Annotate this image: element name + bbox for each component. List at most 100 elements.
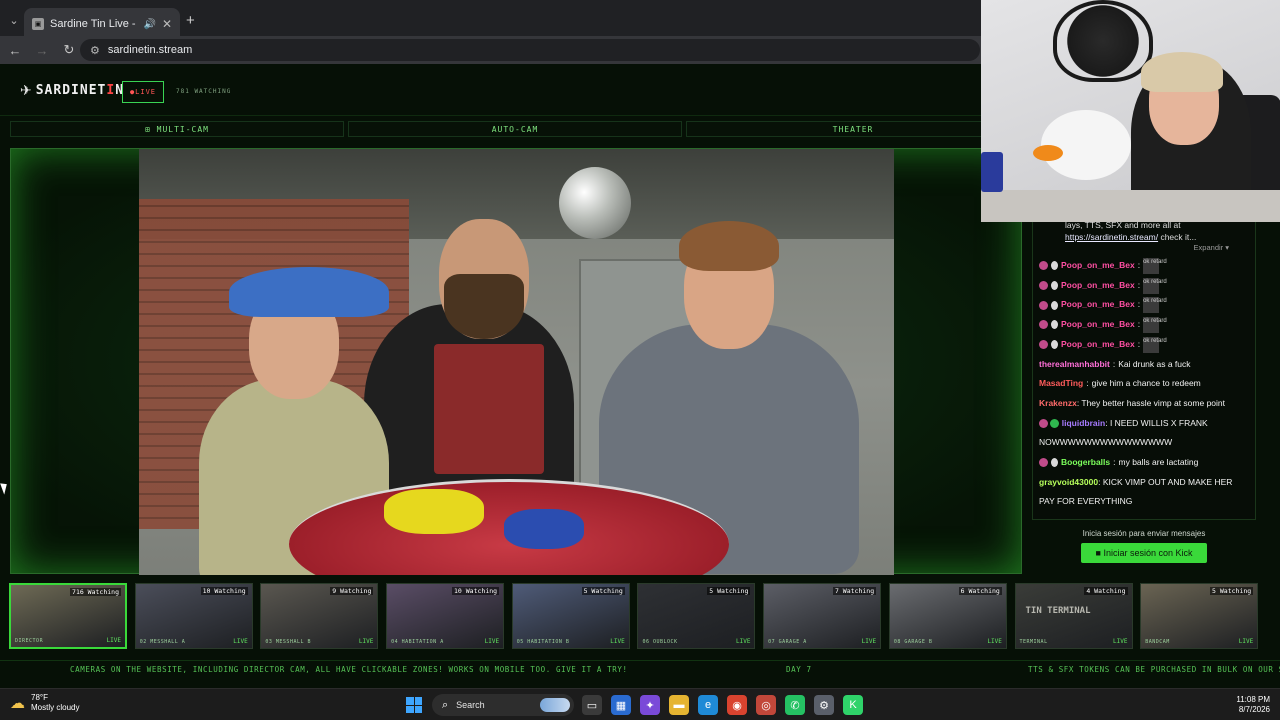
whatsapp-icon[interactable]: ✆	[785, 695, 805, 715]
chrome-profile-icon[interactable]: ◎	[756, 695, 776, 715]
thumbnail-live-label: LIVE	[358, 638, 374, 645]
news-ticker: CAMERAS ON THE WEBSITE, INCLUDING DIRECT…	[0, 660, 1280, 678]
chat-emote: ok retard	[1143, 297, 1167, 314]
tab-theater[interactable]: THEATER	[686, 121, 1020, 137]
chat-text: give him a chance to redeem	[1091, 378, 1201, 389]
drink-can	[981, 152, 1003, 192]
chrome-icon[interactable]: ◉	[727, 695, 747, 715]
chat-message: Boogerballs: my balls are lactating	[1039, 453, 1249, 473]
reload-icon[interactable]: ↻	[57, 42, 81, 58]
new-tab-plus-icon[interactable]: +	[186, 12, 195, 29]
address-bar[interactable]: ⚙ sardinetin.stream	[80, 39, 980, 61]
subscriber-badge-icon	[1039, 418, 1048, 428]
thumbnail-live-label: LIVE	[735, 638, 751, 645]
taskbar-search[interactable]: ⌕ Search	[432, 694, 574, 716]
camera-thumbnail[interactable]: 5 Watching 05 HABITATION B LIVE	[511, 583, 630, 649]
chat-username[interactable]: Poop_on_me_Bex	[1061, 295, 1135, 315]
thumbnail-camera-name: 05 HABITATION B	[516, 639, 570, 645]
login-hint: Inicia sesión para enviar mensajes	[1082, 529, 1206, 538]
site-logo[interactable]: ✈ SARDINETIN	[20, 82, 124, 99]
chat-username[interactable]: therealmanhabbit	[1039, 355, 1110, 375]
tab-multi-cam[interactable]: ⊞ MULTI-CAM	[10, 121, 344, 137]
chat-emote: ok retard	[1143, 336, 1167, 353]
close-tab-icon[interactable]: ✕	[162, 17, 172, 31]
chat-footer: Inicia sesión para enviar mensajes ■ Ini…	[1032, 524, 1256, 574]
camera-thumbnail[interactable]: 716 Watching DIRECTOR LIVE	[9, 583, 127, 649]
edge-icon[interactable]: e	[698, 695, 718, 715]
copilot-icon[interactable]: ✦	[640, 695, 660, 715]
ticker-day: DAY 7	[786, 665, 812, 674]
url-text: sardinetin.stream	[107, 44, 193, 56]
tab-list-chevron-icon[interactable]: ⌄	[4, 10, 24, 30]
chat-username[interactable]: Poop_on_me_Bex	[1061, 315, 1135, 335]
camera-thumbnail[interactable]: 10 Watching 04 HABITATION A LIVE	[386, 583, 505, 649]
thumbnail-live-label: LIVE	[987, 638, 1002, 645]
thumbnail-camera-name: DIRECTOR	[15, 638, 44, 644]
camera-thumbnail[interactable]: 5 Watching 06 OUBLOCK LIVE	[637, 583, 756, 649]
windows-start-icon[interactable]	[406, 697, 422, 713]
file-explorer-icon[interactable]: ▬	[669, 695, 689, 715]
ticker-message-right: TTS & SFX TOKENS CAN BE PURCHASED IN BUL…	[1028, 665, 1280, 674]
thumbnail-camera-name: 06 OUBLOCK	[642, 639, 678, 645]
thumbnail-viewer-count: 10 Watching	[200, 587, 248, 595]
chat-username[interactable]: Boogerballs	[1061, 453, 1110, 473]
thumbnail-viewer-count: 4 Watching	[1084, 587, 1128, 595]
camera-thumbnail[interactable]: 7 Watching 07 GARAGE A LIVE	[763, 583, 882, 649]
camera-thumbnail[interactable]: 10 Watching 02 MESSHALL A LIVE	[134, 583, 253, 649]
search-icon: ⌕	[442, 698, 449, 711]
chat-message: Poop_on_me_Bex: ok retard	[1039, 295, 1249, 315]
thumbnail-camera-name: 08 GARAGE B	[893, 639, 933, 645]
chat-username[interactable]: grayvoid43000	[1039, 477, 1098, 487]
chat-panel[interactable]: lays, TTS, SFX and more all at https://s…	[1032, 214, 1256, 520]
chat-username[interactable]: Poop_on_me_Bex	[1061, 335, 1135, 355]
main-video[interactable]	[139, 149, 894, 575]
weather-widget[interactable]: ☁ 78°F Mostly cloudy	[10, 693, 79, 713]
expand-pinned-button[interactable]: Expandir ▾	[1039, 243, 1229, 252]
site-info-icon[interactable]: ⚙	[90, 44, 100, 57]
site-favicon-icon: ▣	[32, 18, 44, 30]
chat-message: Poop_on_me_Bex: ok retard	[1039, 315, 1249, 335]
thumbnail-viewer-count: 6 Watching	[958, 587, 1002, 595]
chat-message-list: Poop_on_me_Bex: ok retard Poop_on_me_Bex…	[1039, 256, 1249, 512]
chat-emote: ok retard	[1143, 277, 1167, 294]
forward-arrow-icon[interactable]: →	[30, 43, 54, 58]
chat-username[interactable]: MasadTing	[1039, 374, 1083, 394]
weather-desc: Mostly cloudy	[31, 703, 80, 712]
settings-gear-icon[interactable]: ⚙	[814, 695, 834, 715]
video-player-area	[10, 148, 1022, 575]
subscriber-badge-icon	[1039, 261, 1048, 271]
back-arrow-icon[interactable]: ←	[3, 43, 27, 58]
chat-emote: ok retard	[1143, 257, 1167, 274]
thumbnail-viewer-count: 716 Watching	[70, 588, 121, 596]
cloudy-weather-icon: ☁	[10, 695, 25, 712]
speaker-icon[interactable]: 🔊	[143, 19, 155, 30]
chat-username[interactable]: Poop_on_me_Bex	[1061, 276, 1135, 296]
kick-login-button[interactable]: ■ Iniciar sesión con Kick	[1081, 543, 1207, 563]
camera-thumbnail[interactable]: 9 Watching 03 MESSHALL B LIVE	[260, 583, 379, 649]
task-view-icon[interactable]: ▭	[582, 695, 602, 715]
camera-thumbnail[interactable]: 5 Watching BANDCAM LIVE	[1140, 583, 1259, 649]
tab-title: Sardine Tin Live - All Rooms	[50, 18, 137, 30]
pirate-hat	[229, 267, 389, 317]
chat-username[interactable]: Krakenzx	[1039, 398, 1077, 408]
chat-username[interactable]: Poop_on_me_Bex	[1061, 256, 1135, 276]
tab-auto-cam[interactable]: AUTO-CAM	[348, 121, 682, 137]
chat-username[interactable]: liquidbrain	[1062, 418, 1105, 428]
thumbnail-camera-name: 02 MESSHALL A	[139, 639, 186, 645]
kick-app-icon[interactable]: K	[843, 695, 863, 715]
thumbnail-live-label: LIVE	[610, 638, 625, 645]
chat-message: Krakenzx: They better hassle vimp at som…	[1039, 397, 1226, 408]
chat-message: liquidbrain: I NEED WILLIS X FRANK NOWWW…	[1039, 417, 1208, 448]
thumbnail-live-label: LIVE	[106, 637, 121, 644]
pinned-apps: ▭ ▦ ✦ ▬ e ◉ ◎ ✆ ⚙ K	[582, 695, 863, 715]
thumbnail-viewer-count: 7 Watching	[832, 587, 877, 595]
camera-thumbnail[interactable]: TIN TERMINAL 4 Watching TERMINAL LIVE	[1014, 583, 1133, 649]
camera-thumbnail[interactable]: 6 Watching 08 GARAGE B LIVE	[888, 583, 1007, 649]
thumbnail-viewer-count: 9 Watching	[330, 587, 374, 595]
chat-message: Poop_on_me_Bex: ok retard	[1039, 256, 1249, 276]
system-clock[interactable]: 11:08 PM 8/7/2026	[1236, 695, 1270, 715]
thumbnail-live-label: LIVE	[861, 638, 877, 645]
widgets-icon[interactable]: ▦	[611, 695, 631, 715]
pinned-link[interactable]: https://sardinetin.stream/	[1065, 232, 1158, 242]
thumbnail-viewer-count: 5 Watching	[1210, 587, 1254, 595]
